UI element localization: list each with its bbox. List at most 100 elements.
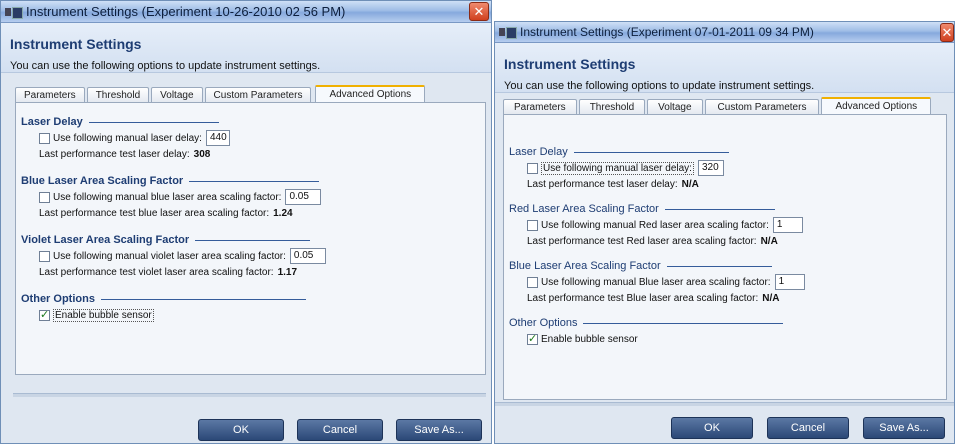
tab-threshold[interactable]: Threshold	[578, 99, 646, 114]
header-title: Instrument Settings	[10, 36, 142, 52]
ok-button[interactable]: OK	[671, 417, 753, 439]
info-value: 1.17	[277, 266, 298, 278]
header-description: You can use the following options to upd…	[10, 60, 321, 72]
manual-blue-scaling-checkbox[interactable]	[39, 191, 50, 203]
instrument-settings-dialog-left: Instrument Settings (Experiment 10-26-20…	[0, 0, 492, 444]
checkbox-label: Use following manual laser delay:	[53, 132, 202, 144]
tab-custom-parameters[interactable]: Custom Parameters	[704, 99, 820, 114]
red-scaling-input[interactable]: 1	[772, 217, 803, 233]
checkbox-label: Enable bubble sensor	[53, 308, 154, 322]
app-window-icon	[5, 6, 23, 19]
tab-threshold[interactable]: Threshold	[86, 87, 150, 102]
section-title: Blue Laser Area Scaling Factor	[509, 260, 661, 272]
info-value: N/A	[762, 292, 780, 304]
dialog-header: Instrument Settings You can use the foll…	[1, 23, 491, 73]
section-title: Red Laser Area Scaling Factor	[509, 203, 659, 215]
laser-delay-input[interactable]: 320	[697, 160, 724, 176]
info-label: Last performance test violet laser area …	[39, 266, 274, 278]
advanced-options-panel: Laser Delay Use following manual laser d…	[503, 114, 947, 400]
tab-parameters[interactable]: Parameters	[503, 99, 577, 114]
cancel-button[interactable]: Cancel	[767, 417, 849, 439]
manual-red-scaling-checkbox[interactable]	[527, 219, 538, 231]
section-divider	[88, 121, 219, 123]
title-bar[interactable]: Instrument Settings (Experiment 07-01-20…	[495, 22, 954, 43]
section-divider	[573, 151, 729, 153]
section-divider	[664, 208, 775, 210]
checkbox-label: Use following manual Red laser area scal…	[541, 219, 769, 231]
section-title: Other Options	[509, 317, 578, 329]
violet-scaling-input[interactable]: 0.05	[289, 248, 326, 264]
enable-bubble-sensor-checkbox[interactable]	[39, 308, 50, 321]
last-test-info: Last performance test laser delay: N/A	[527, 177, 946, 191]
checkbox-label: Use following manual violet laser area s…	[53, 250, 286, 262]
red-laser-section: Red Laser Area Scaling Factor Use follow…	[509, 202, 946, 248]
blue-laser-section: Blue Laser Area Scaling Factor Use follo…	[21, 174, 485, 220]
laser-delay-section: Laser Delay Use following manual laser d…	[509, 145, 946, 191]
save-as-button[interactable]: Save As...	[863, 417, 945, 439]
section-title: Other Options	[21, 293, 95, 305]
section-title: Violet Laser Area Scaling Factor	[21, 234, 190, 246]
section-title: Laser Delay	[509, 146, 568, 158]
info-value: 308	[193, 148, 211, 160]
tab-voltage[interactable]: Voltage	[647, 99, 703, 114]
horizontal-scrollbar[interactable]	[495, 402, 954, 406]
tab-voltage[interactable]: Voltage	[151, 87, 203, 102]
last-test-info: Last performance test laser delay: 308	[39, 147, 485, 161]
info-value: N/A	[681, 178, 699, 190]
tab-strip: Parameters Threshold Voltage Custom Para…	[503, 97, 933, 114]
tab-strip: Parameters Threshold Voltage Custom Para…	[15, 85, 427, 102]
tab-advanced-options[interactable]: Advanced Options	[821, 97, 932, 114]
window-title: Instrument Settings (Experiment 07-01-20…	[520, 25, 814, 39]
header-description: You can use the following options to upd…	[504, 80, 815, 92]
close-icon: ✕	[473, 3, 485, 19]
other-options-section: Other Options Enable bubble sensor	[21, 292, 485, 324]
section-divider	[189, 180, 320, 182]
info-value: 1.24	[273, 207, 293, 219]
blue-scaling-input[interactable]: 1	[774, 274, 805, 290]
header-title: Instrument Settings	[504, 56, 636, 72]
last-test-info: Last performance test Red laser area sca…	[527, 234, 946, 248]
window-title: Instrument Settings (Experiment 10-26-20…	[26, 4, 346, 19]
dialog-header: Instrument Settings You can use the foll…	[495, 43, 954, 93]
advanced-options-panel: Laser Delay Use following manual laser d…	[15, 102, 486, 375]
violet-laser-section: Violet Laser Area Scaling Factor Use fol…	[21, 233, 485, 279]
laser-delay-input[interactable]: 440	[205, 130, 230, 146]
laser-delay-section: Laser Delay Use following manual laser d…	[21, 115, 485, 161]
last-test-info: Last performance test blue laser area sc…	[39, 206, 485, 220]
section-divider	[100, 298, 306, 300]
tab-custom-parameters[interactable]: Custom Parameters	[204, 87, 312, 102]
other-options-section: Other Options Enable bubble sensor	[509, 316, 946, 348]
section-title: Blue Laser Area Scaling Factor	[21, 175, 184, 187]
tab-parameters[interactable]: Parameters	[15, 87, 85, 102]
section-title: Laser Delay	[21, 116, 83, 128]
blue-laser-section: Blue Laser Area Scaling Factor Use follo…	[509, 259, 946, 305]
blue-scaling-input[interactable]: 0.05	[285, 189, 322, 205]
app-window-icon	[499, 26, 517, 39]
manual-laser-delay-checkbox[interactable]	[39, 132, 50, 144]
save-as-button[interactable]: Save As...	[396, 419, 482, 441]
section-divider	[195, 239, 311, 241]
ok-button[interactable]: OK	[198, 419, 284, 441]
tab-advanced-options[interactable]: Advanced Options	[315, 85, 426, 102]
manual-violet-scaling-checkbox[interactable]	[39, 250, 50, 262]
manual-laser-delay-checkbox[interactable]	[527, 162, 538, 174]
title-bar[interactable]: Instrument Settings (Experiment 10-26-20…	[1, 1, 491, 23]
last-test-info: Last performance test violet laser area …	[39, 265, 485, 279]
horizontal-scrollbar[interactable]	[13, 393, 486, 397]
close-button[interactable]: ✕	[469, 2, 489, 21]
info-label: Last performance test Blue laser area sc…	[527, 292, 759, 304]
close-icon: ✕	[941, 24, 953, 40]
checkbox-label: Use following manual blue laser area sca…	[53, 191, 282, 203]
info-value: N/A	[760, 235, 778, 247]
cancel-button[interactable]: Cancel	[297, 419, 383, 441]
section-divider	[666, 265, 772, 267]
info-label: Last performance test Red laser area sca…	[527, 235, 757, 247]
manual-blue-scaling-checkbox[interactable]	[527, 276, 538, 288]
close-button[interactable]: ✕	[940, 23, 954, 42]
checkbox-label: Enable bubble sensor	[541, 333, 638, 345]
last-test-info: Last performance test Blue laser area sc…	[527, 291, 946, 305]
checkbox-label: Use following manual Blue laser area sca…	[541, 276, 771, 288]
info-label: Last performance test laser delay:	[39, 148, 190, 160]
enable-bubble-sensor-checkbox[interactable]	[527, 332, 538, 345]
info-label: Last performance test laser delay:	[527, 178, 678, 190]
